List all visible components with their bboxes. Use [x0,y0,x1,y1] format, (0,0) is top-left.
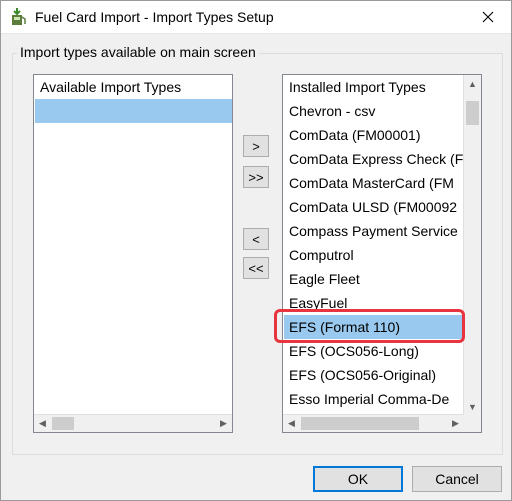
list-item[interactable]: Esso Imperial Comma-De [284,387,463,411]
fuel-pump-download-icon [12,8,26,25]
scrollbar-corner [464,415,481,432]
list-item[interactable]: Compass Payment Service [284,219,463,243]
scroll-left-icon[interactable]: ◀ [283,415,300,432]
list-item[interactable]: EFS (OCS056-Original) [284,363,463,387]
scroll-down-icon[interactable]: ▼ [464,398,481,415]
scroll-thumb[interactable] [301,417,419,430]
cancel-button[interactable]: Cancel [412,466,502,492]
window-title: Fuel Card Import - Import Types Setup [35,9,274,25]
list-item[interactable] [35,99,232,123]
ok-button[interactable]: OK [313,466,403,492]
add-all-button[interactable]: >> [243,166,269,188]
available-import-types-list[interactable]: Available Import Types ◀ ▶ [33,74,233,433]
list-item[interactable]: Chevron - csv [284,99,463,123]
installed-list-header: Installed Import Types [283,75,463,99]
scroll-left-icon[interactable]: ◀ [34,415,51,432]
close-icon [482,11,494,23]
scroll-thumb[interactable] [466,101,479,125]
list-item[interactable]: Computrol [284,243,463,267]
scroll-right-icon[interactable]: ▶ [215,415,232,432]
selection-highlight-annotation [274,309,465,343]
remove-one-button[interactable]: < [243,228,269,250]
vertical-scrollbar[interactable]: ▲ ▼ [463,75,481,415]
add-one-button[interactable]: > [243,135,269,157]
list-item[interactable]: Eagle Fleet [284,267,463,291]
scroll-right-icon[interactable]: ▶ [447,415,464,432]
dialog-window: Fuel Card Import - Import Types Setup Im… [0,0,512,501]
remove-all-button[interactable]: << [243,257,269,279]
list-item[interactable]: ComData (FM00001) [284,123,463,147]
available-list-header: Available Import Types [34,75,232,99]
installed-import-types-list[interactable]: Installed Import Types Chevron - csv Com… [282,74,482,433]
list-item[interactable]: ComData ULSD (FM00092 [284,195,463,219]
horizontal-scrollbar[interactable]: ◀ ▶ [34,414,232,432]
scroll-up-icon[interactable]: ▲ [464,75,481,92]
close-button[interactable] [465,1,511,33]
list-item[interactable]: ComData MasterCard (FM [284,171,463,195]
horizontal-scrollbar[interactable]: ◀ ▶ [283,414,464,432]
list-item[interactable]: ComData Express Check (FM [284,147,463,171]
scroll-thumb[interactable] [52,417,74,430]
group-legend: Import types available on main screen [17,44,259,60]
title-bar[interactable]: Fuel Card Import - Import Types Setup [1,1,511,34]
